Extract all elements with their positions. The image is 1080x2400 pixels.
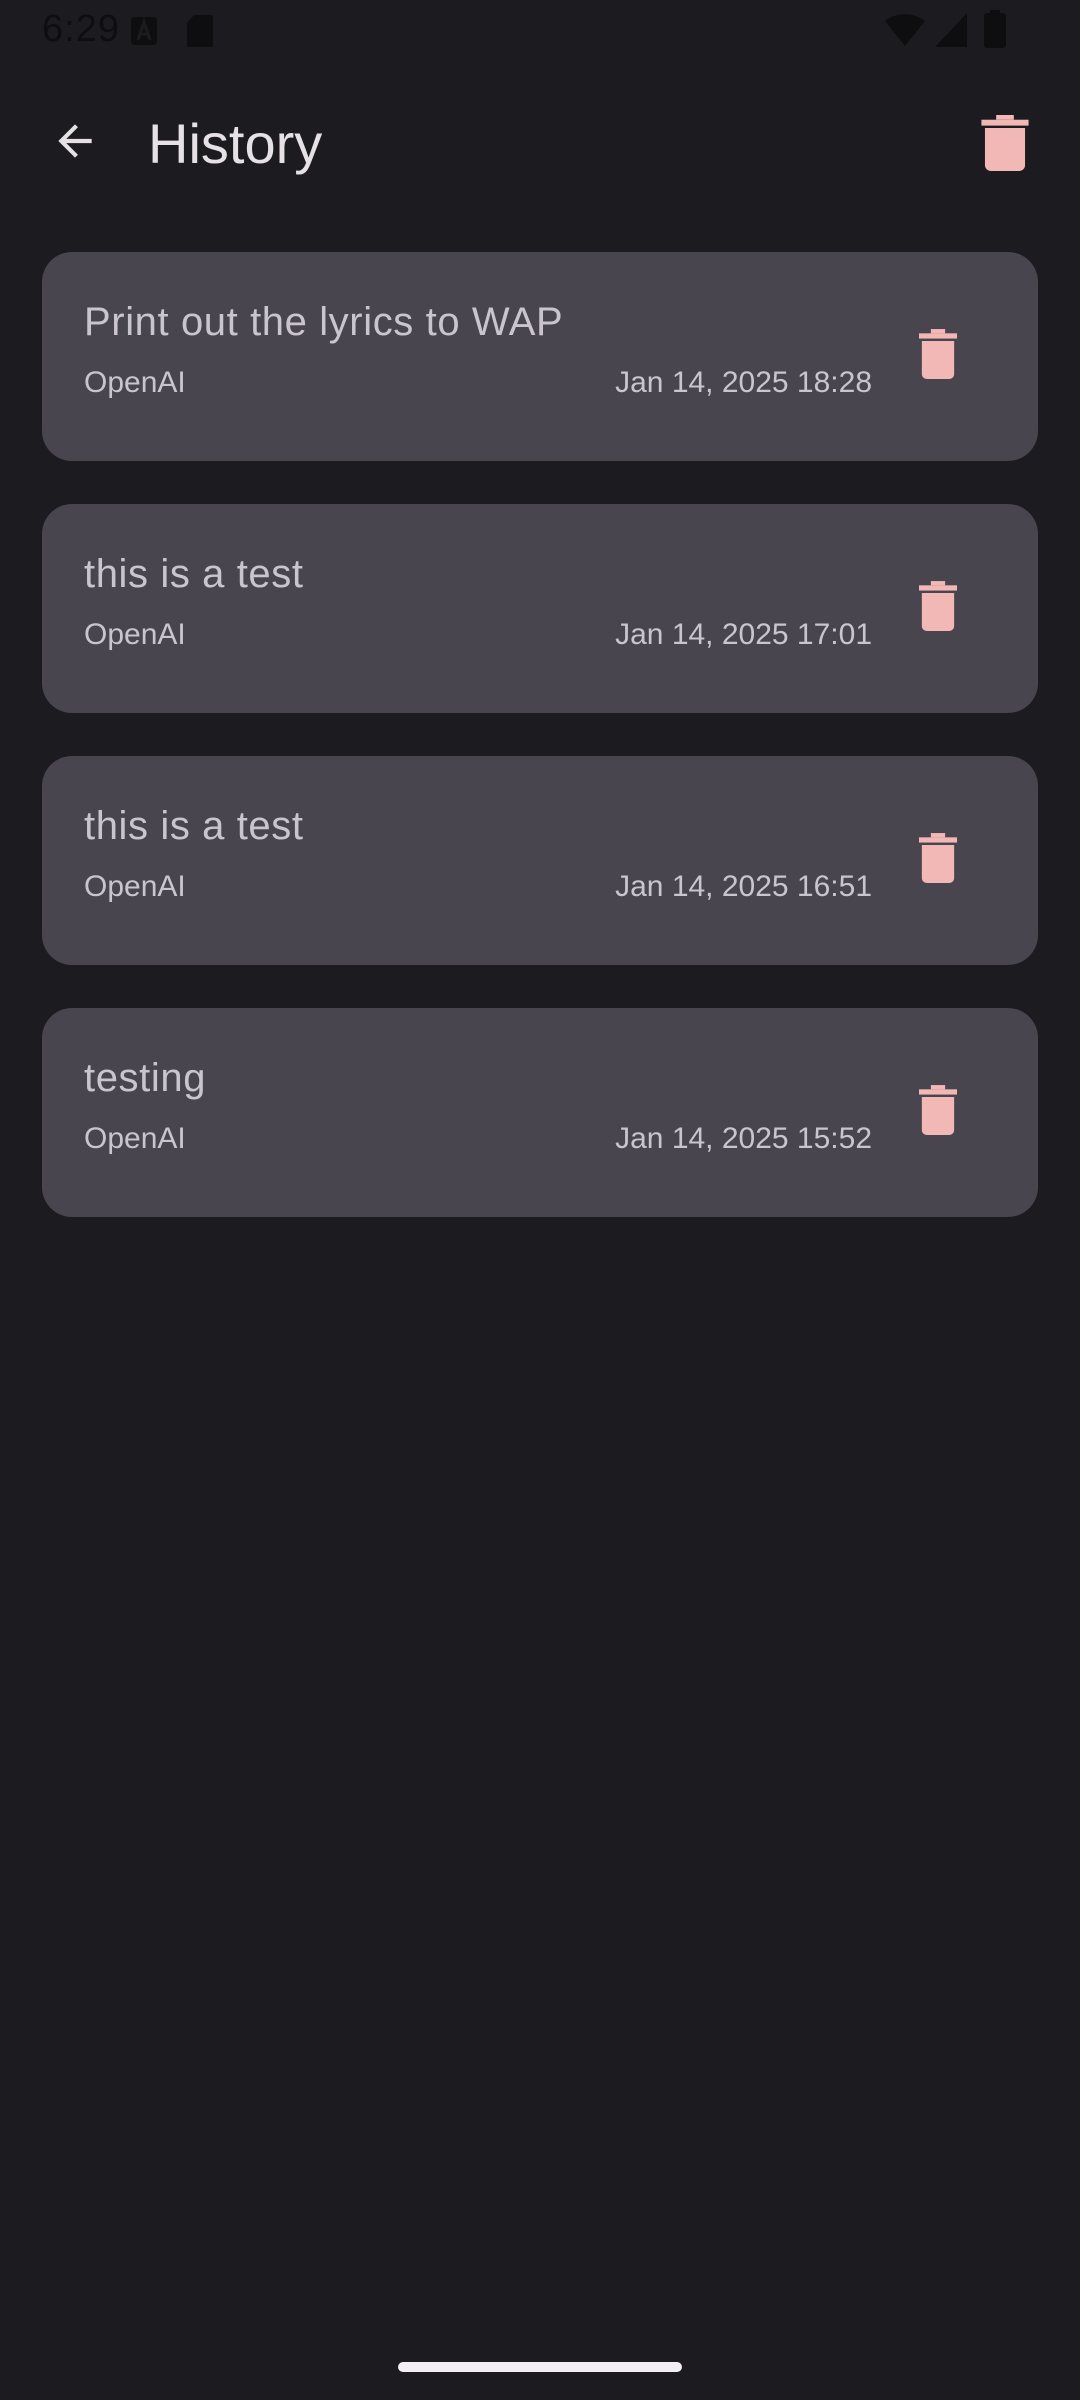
trash-icon: [919, 580, 957, 636]
delete-item-button[interactable]: [890, 308, 986, 404]
status-time: 6:29: [42, 8, 120, 50]
notification-a-icon: [130, 14, 158, 53]
history-item[interactable]: this is a test OpenAI Jan 14, 2025 17:01: [42, 504, 1038, 713]
trash-icon: [919, 1084, 957, 1140]
sd-card-icon: [186, 14, 214, 53]
history-item-provider: OpenAI: [84, 366, 186, 399]
history-item-date: Jan 14, 2025 16:51: [615, 870, 872, 903]
history-item[interactable]: this is a test OpenAI Jan 14, 2025 16:51: [42, 756, 1038, 965]
history-item-provider: OpenAI: [84, 1122, 186, 1155]
trash-icon: [919, 832, 957, 888]
app-bar: History: [0, 88, 1080, 208]
history-item-date: Jan 14, 2025 17:01: [615, 618, 872, 651]
delete-item-button[interactable]: [890, 1064, 986, 1160]
history-item[interactable]: Print out the lyrics to WAP OpenAI Jan 1…: [42, 252, 1038, 461]
history-item-title: this is a test: [84, 804, 304, 848]
gesture-navigation-bar[interactable]: [398, 2362, 682, 2372]
wifi-icon: [884, 12, 926, 53]
page-title: History: [148, 112, 323, 175]
history-item-date: Jan 14, 2025 15:52: [615, 1122, 872, 1155]
history-item-provider: OpenAI: [84, 870, 186, 903]
history-item-title: this is a test: [84, 552, 304, 596]
history-item-date: Jan 14, 2025 18:28: [615, 366, 872, 399]
history-item[interactable]: testing OpenAI Jan 14, 2025 15:52: [42, 1008, 1038, 1217]
battery-icon: [984, 10, 1006, 53]
history-item-provider: OpenAI: [84, 618, 186, 651]
back-button[interactable]: [30, 98, 120, 188]
trash-icon: [981, 114, 1029, 176]
history-item-title: Print out the lyrics to WAP: [84, 300, 564, 344]
trash-icon: [919, 328, 957, 384]
delete-item-button[interactable]: [890, 812, 986, 908]
history-screen: 6:29 History Print out the lyrics to WAP…: [0, 0, 1080, 2400]
delete-item-button[interactable]: [890, 560, 986, 656]
clear-history-button[interactable]: [960, 100, 1050, 190]
history-list: Print out the lyrics to WAP OpenAI Jan 1…: [42, 252, 1038, 1260]
signal-icon: [934, 12, 968, 53]
history-item-title: testing: [84, 1056, 207, 1100]
status-bar: 6:29: [0, 0, 1080, 64]
arrow-back-icon: [50, 116, 100, 171]
